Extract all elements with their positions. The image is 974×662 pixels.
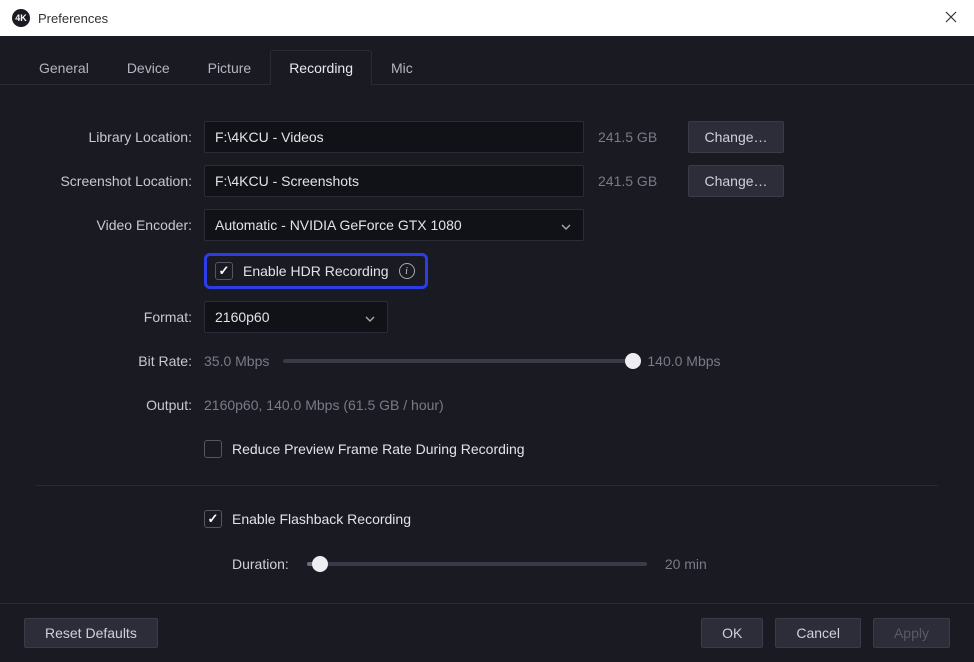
- window-title: Preferences: [38, 11, 108, 26]
- title-bar: 4K Preferences: [0, 0, 974, 36]
- enable-flashback-checkbox[interactable]: [204, 510, 222, 528]
- format-select[interactable]: 2160p60: [204, 301, 388, 333]
- bitrate-min: 35.0 Mbps: [204, 353, 269, 369]
- screenshot-change-button[interactable]: Change…: [688, 165, 784, 197]
- enable-hdr-checkbox[interactable]: [215, 262, 233, 280]
- section-divider: [36, 485, 938, 486]
- apply-button[interactable]: Apply: [873, 618, 950, 648]
- tab-general[interactable]: General: [20, 50, 108, 85]
- recording-pane: Library Location: F:\4KCU - Videos 241.5…: [0, 85, 974, 603]
- library-location-label: Library Location:: [36, 129, 204, 145]
- tab-bar: General Device Picture Recording Mic: [0, 36, 974, 85]
- close-button[interactable]: [942, 8, 960, 26]
- duration-label: Duration:: [232, 556, 289, 572]
- bitrate-label: Bit Rate:: [36, 353, 204, 369]
- footer: Reset Defaults OK Cancel Apply: [0, 603, 974, 662]
- library-size-text: 241.5 GB: [598, 129, 674, 145]
- output-text: 2160p60, 140.0 Mbps (61.5 GB / hour): [204, 397, 444, 413]
- tab-picture[interactable]: Picture: [189, 50, 271, 85]
- ok-button[interactable]: OK: [701, 618, 763, 648]
- duration-value: 20 min: [665, 556, 707, 572]
- chevron-down-icon: [561, 217, 573, 233]
- screenshot-size-text: 241.5 GB: [598, 173, 674, 189]
- video-encoder-label: Video Encoder:: [36, 217, 204, 233]
- tab-mic[interactable]: Mic: [372, 50, 432, 85]
- app-icon: 4K: [12, 9, 30, 27]
- chevron-down-icon: [365, 309, 377, 325]
- hdr-highlight: Enable HDR Recording i: [204, 253, 428, 289]
- cancel-button[interactable]: Cancel: [775, 618, 861, 648]
- screenshot-location-input[interactable]: F:\4KCU - Screenshots: [204, 165, 584, 197]
- output-label: Output:: [36, 397, 204, 413]
- duration-slider[interactable]: [307, 562, 647, 566]
- bitrate-slider[interactable]: [283, 359, 633, 363]
- enable-flashback-label: Enable Flashback Recording: [232, 511, 411, 527]
- video-encoder-select[interactable]: Automatic - NVIDIA GeForce GTX 1080: [204, 209, 584, 241]
- enable-hdr-label: Enable HDR Recording: [243, 263, 389, 279]
- format-value: 2160p60: [215, 309, 270, 325]
- reduce-preview-checkbox[interactable]: [204, 440, 222, 458]
- library-change-button[interactable]: Change…: [688, 121, 784, 153]
- info-icon[interactable]: i: [399, 263, 415, 279]
- video-encoder-value: Automatic - NVIDIA GeForce GTX 1080: [215, 217, 462, 233]
- reset-defaults-button[interactable]: Reset Defaults: [24, 618, 158, 648]
- tab-recording[interactable]: Recording: [270, 50, 372, 85]
- tab-device[interactable]: Device: [108, 50, 189, 85]
- screenshot-location-label: Screenshot Location:: [36, 173, 204, 189]
- bitrate-max: 140.0 Mbps: [647, 353, 720, 369]
- reduce-preview-label: Reduce Preview Frame Rate During Recordi…: [232, 441, 525, 457]
- library-location-input[interactable]: F:\4KCU - Videos: [204, 121, 584, 153]
- format-label: Format:: [36, 309, 204, 325]
